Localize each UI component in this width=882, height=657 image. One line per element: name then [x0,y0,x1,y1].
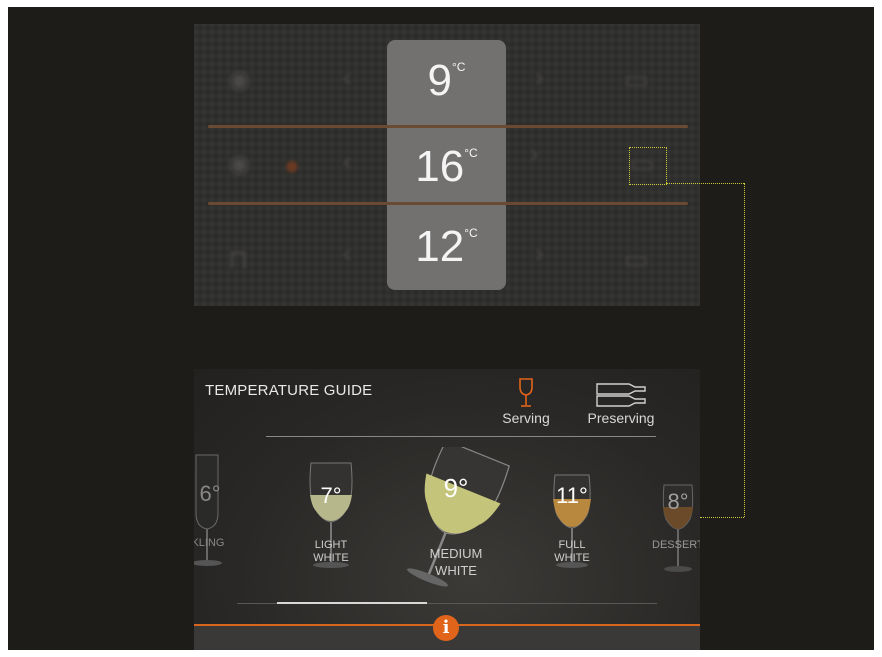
temperature-guide-panel: TEMPERATURE GUIDE Serving Preserving 6° … [194,369,700,650]
wine-option-full-white[interactable]: 11° FULL WHITE [547,473,597,573]
zone-1-temperature[interactable]: 9°C [387,56,506,106]
highlight-box [629,147,667,185]
zone-divider [387,202,506,205]
chevron-right-icon[interactable]: › [535,64,544,90]
zone-2-temperature[interactable]: 16°C [387,142,506,192]
serving-label: Serving [502,410,550,426]
connector-line [744,183,745,517]
bottle-icon[interactable]: ▭ [624,66,649,92]
wine-option-light-white[interactable]: 7° LIGHT WHITE [302,459,360,575]
status-dot-icon: ● [284,150,300,180]
connector-line [666,183,744,184]
connector-line [700,517,744,518]
chevron-right-icon[interactable]: › [535,240,544,266]
wine-option-medium-white[interactable]: 9° MEDIUM WHITE [400,447,512,587]
zone-3-temperature[interactable]: 12°C [387,222,506,272]
preserving-label: Preserving [587,410,655,426]
serving-mode-button[interactable]: Serving [500,378,552,426]
wine-option-sparkling[interactable]: 6° RKLING [194,453,254,573]
power-icon[interactable]: ◉ [228,150,251,176]
info-button[interactable]: i [433,615,459,641]
wine-label: MEDIUM WHITE [429,546,483,578]
wine-label: FULL WHITE [554,539,590,564]
wine-label: LIGHT WHITE [313,539,349,564]
carousel-scroll-thumb[interactable] [277,602,427,604]
preserving-mode-button[interactable]: Preserving [584,382,658,426]
wine-temperature: 7° [320,483,342,508]
wine-temperature: 11° [556,483,588,508]
chevron-right-icon[interactable]: › [530,140,539,166]
wine-option-dessert[interactable]: 8° DESSERT [652,483,700,575]
wine-label: DESSERT [652,539,700,551]
chevron-left-icon[interactable]: ‹ [343,240,352,266]
power-icon[interactable]: ◉ [228,66,251,92]
wine-glass-icon [519,378,533,407]
guide-title: TEMPERATURE GUIDE [205,382,373,399]
bottle-icon[interactable]: ▭ [624,246,649,272]
chevron-left-icon[interactable]: ‹ [343,148,352,174]
lock-icon[interactable]: ⊓ [228,246,248,272]
zone-divider [387,125,506,128]
wine-label: RKLING [194,537,225,549]
wine-temperature: 8° [667,489,689,514]
wine-temperature: 6° [199,481,221,506]
bottles-icon [596,383,646,407]
wine-temperature: 9° [443,473,469,503]
header-divider [266,436,656,437]
temperature-column: 9°C 16°C 12°C [387,40,506,290]
chevron-left-icon[interactable]: ‹ [343,64,352,90]
